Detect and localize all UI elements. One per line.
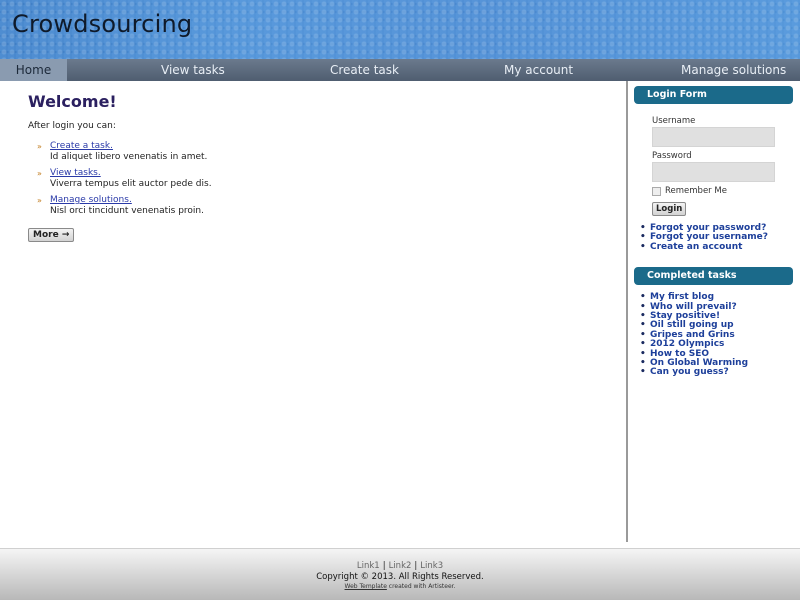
copyright-text: Copyright © 2013. All Rights Reserved. [316,572,484,582]
footer-link-1[interactable]: Link1 [357,561,380,571]
username-label: Username [652,116,696,126]
credit-text: created with Artisteer. [386,583,456,590]
completed-task-link[interactable]: Can you guess? [650,367,729,377]
view-tasks-link[interactable]: View tasks. [50,168,101,178]
list-item: » Create a task. Id aliquet libero venen… [37,141,618,163]
site-title: Crowdsourcing [12,10,193,38]
list-item: » View tasks. Viverra tempus elit auctor… [37,168,618,190]
list-item: Can you guess? [638,367,793,379]
login-button[interactable]: Login [652,202,687,216]
nav-item-my-account[interactable]: My account [504,59,573,81]
footer-links: Link1 | Link2 | Link3 [0,561,800,571]
footer-separator: | [414,561,418,571]
list-item-desc: Id aliquet libero venenatis in amet. [50,152,208,162]
password-label: Password [652,151,692,161]
manage-solutions-link[interactable]: Manage solutions. [50,195,132,205]
footer-link-3[interactable]: Link3 [420,561,443,571]
nav-item-create-task[interactable]: Create task [330,59,399,81]
nav-item-manage-solutions[interactable]: Manage solutions [681,59,786,81]
main-nav: Home View tasks Create task My account M… [0,59,800,81]
footer-link-2[interactable]: Link2 [389,561,412,571]
site-header: Crowdsourcing [0,0,800,59]
double-chevron-icon: » [37,196,42,205]
double-chevron-icon: » [37,169,42,178]
intro-text: After login you can: [28,121,116,131]
column-divider [626,81,628,542]
main-content: Welcome! After login you can: » Create a… [28,92,618,242]
list-item: Create an account [638,242,793,253]
username-input[interactable] [652,127,775,147]
nav-item-home[interactable]: Home [0,59,67,81]
site-footer: Link1 | Link2 | Link3 Copyright © 2013. All … [0,548,800,600]
action-list: » Create a task. Id aliquet libero venen… [28,141,618,217]
completed-tasks-list: My first blog Who will prevail? Stay pos… [638,293,793,379]
list-item: » Manage solutions. Nisl orci tincidunt … [37,195,618,217]
double-chevron-icon: » [37,142,42,151]
credit-line: Web Template created with Artisteer. [0,583,800,590]
remember-me-label: Remember Me [665,186,727,196]
create-account-link[interactable]: Create an account [650,242,742,252]
create-task-link[interactable]: Create a task. [50,141,113,151]
completed-tasks-header: Completed tasks [634,267,793,286]
login-form: Username Password Remember Me Login [634,104,793,216]
sidebar: Login Form Username Password Remember Me… [634,86,793,378]
login-form-header: Login Form [634,86,793,104]
remember-me-row: Remember Me [652,186,793,196]
list-item-desc: Nisl orci tincidunt venenatis proin. [50,206,204,216]
list-item-desc: Viverra tempus elit auctor pede dis. [50,179,212,189]
footer-separator: | [382,561,386,571]
page-title: Welcome! [28,92,117,111]
account-links: Forgot your password? Forgot your userna… [638,223,793,253]
more-button[interactable]: More → [28,228,75,242]
web-template-link[interactable]: Web Template [345,583,387,590]
nav-item-view-tasks[interactable]: View tasks [161,59,225,81]
remember-me-checkbox[interactable] [652,186,661,196]
password-input[interactable] [652,162,775,182]
